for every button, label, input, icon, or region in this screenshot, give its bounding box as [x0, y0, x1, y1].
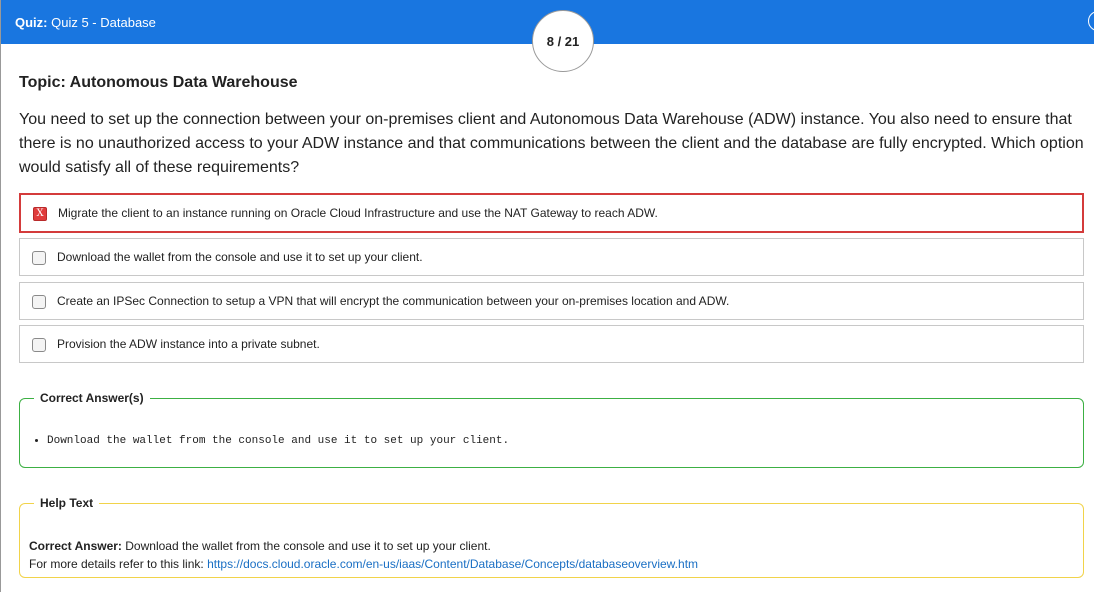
correct-answers-panel: Correct Answer(s) Download the wallet fr…: [19, 391, 1084, 468]
answer-option-1[interactable]: X Migrate the client to an instance runn…: [19, 193, 1084, 233]
help-details-prefix: For more details refer to this link:: [29, 557, 204, 571]
checkbox[interactable]: [32, 295, 46, 309]
help-answer-label: Correct Answer:: [29, 539, 122, 553]
quiz-label: Quiz:: [15, 15, 48, 30]
question-text: You need to set up the connection betwee…: [19, 111, 1084, 176]
answer-option-label: Provision the ADW instance into a privat…: [57, 337, 320, 351]
wrong-mark-icon[interactable]: X: [33, 207, 47, 221]
answer-option-label: Migrate the client to an instance runnin…: [58, 206, 658, 220]
help-details-line: For more details refer to this link: htt…: [29, 556, 698, 572]
answer-option-label: Create an IPSec Connection to setup a VP…: [57, 294, 730, 308]
checkbox[interactable]: [32, 338, 46, 352]
help-text-legend: Help Text: [40, 496, 94, 510]
answer-option-2[interactable]: Download the wallet from the console and…: [19, 238, 1084, 276]
close-icon[interactable]: [1088, 11, 1094, 31]
answer-option-3[interactable]: Create an IPSec Connection to setup a VP…: [19, 282, 1084, 320]
correct-answer-item: Download the wallet from the console and…: [47, 434, 509, 448]
correct-answers-list: Download the wallet from the console and…: [20, 434, 509, 448]
answer-option-4[interactable]: Provision the ADW instance into a privat…: [19, 325, 1084, 363]
help-answer-text: Download the wallet from the console and…: [125, 539, 491, 553]
help-docs-link[interactable]: https://docs.cloud.oracle.com/en-us/iaas…: [207, 557, 698, 571]
window-left-edge: [0, 0, 1, 592]
correct-answers-legend: Correct Answer(s): [40, 391, 144, 405]
help-answer-line: Correct Answer: Download the wallet from…: [29, 538, 491, 554]
topic-heading: Topic: Autonomous Data Warehouse: [19, 74, 298, 91]
quiz-name: Quiz 5 - Database: [51, 15, 156, 30]
checkbox[interactable]: [32, 251, 46, 265]
question-counter: 8 / 21: [532, 10, 594, 72]
answer-option-label: Download the wallet from the console and…: [57, 250, 423, 264]
help-text-panel: Help Text Correct Answer: Download the w…: [19, 496, 1084, 578]
quiz-title: Quiz: Quiz 5 - Database: [15, 15, 156, 31]
